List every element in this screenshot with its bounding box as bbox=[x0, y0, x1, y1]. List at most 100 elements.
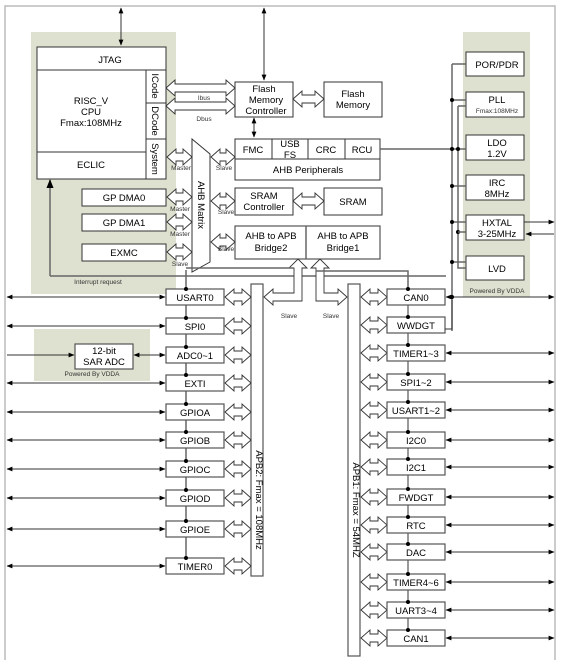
apb1-periph-label: CAN0 bbox=[403, 293, 428, 304]
por-pdr-block: POR/PDR bbox=[465, 51, 525, 77]
apb1-bus-arrow bbox=[360, 515, 388, 535]
apb2-periph-gpioe: GPIOE bbox=[6, 519, 225, 538]
junction-dot bbox=[184, 316, 188, 320]
eclic-label: ECLIC bbox=[77, 160, 105, 171]
junction-dot bbox=[406, 315, 410, 319]
apb2-periph-label: GPIOC bbox=[180, 465, 211, 476]
apb2-periph-label: GPIOB bbox=[180, 436, 210, 447]
apb1-periph-timer13: TIMER1~3 bbox=[386, 343, 555, 362]
ldo-block: LDO1.2V bbox=[465, 134, 525, 161]
sram-arrow bbox=[292, 191, 325, 211]
apb1-periph-fwdgt: FWDGT bbox=[386, 487, 555, 506]
apb2-periph-gpioc: GPIOC bbox=[6, 459, 225, 478]
pll-label: PLL bbox=[489, 95, 506, 106]
junction-dot bbox=[184, 459, 188, 463]
apb1-bus-arrow bbox=[360, 372, 388, 392]
adc-line-2: SAR ADC bbox=[83, 357, 125, 368]
fmc-slave-arrow bbox=[210, 147, 236, 167]
junction-dot bbox=[406, 343, 410, 347]
apb2-periph-gpioa: GPIOA bbox=[6, 402, 225, 421]
cpu-label-3: Fmax:108MHz bbox=[60, 118, 122, 129]
apb2-bus-arrow bbox=[224, 402, 252, 422]
ahb-matrix: AHB Matrix bbox=[191, 137, 211, 273]
sram-label: SRAM bbox=[339, 197, 367, 208]
apb1-periph-label: I2C1 bbox=[406, 463, 426, 474]
bridge2-line-1: AHB to APB bbox=[245, 231, 296, 242]
flash-ctrl-line-2: Memory bbox=[249, 95, 284, 106]
usb-cell-2: FS bbox=[284, 150, 296, 161]
junction-dot bbox=[184, 287, 188, 291]
apb1-periph-label: CAN1 bbox=[403, 634, 428, 645]
slave-label: Slave bbox=[323, 313, 340, 320]
apb1-periph-label: TIMER4~6 bbox=[393, 578, 439, 589]
apb2-bus-arrow bbox=[224, 519, 252, 539]
junction-dot bbox=[456, 147, 460, 151]
apb1-periph-label: FWDGT bbox=[399, 493, 434, 504]
bridge1-line-2: Bridge1 bbox=[327, 243, 360, 254]
ahb-peripherals-label: AHB Peripherals bbox=[273, 165, 343, 176]
master-blocks: GP DMA0 GP DMA1 EXMC bbox=[81, 188, 167, 262]
apb2-periph-label: USART0 bbox=[176, 293, 213, 304]
apb2-label: APB2: Fmax = 108MHz bbox=[253, 450, 264, 550]
apb2-periph-label: TIMER0 bbox=[178, 562, 213, 573]
cpu-core: JTAG RISC_V CPU Fmax:108MHz ECLIC ICode … bbox=[36, 46, 167, 180]
apb2-periph-gpiob: GPIOB bbox=[6, 430, 225, 449]
interrupt-request-label: Interrupt request bbox=[74, 279, 122, 286]
apb1-bus-arrow bbox=[360, 343, 388, 363]
junction-dot bbox=[406, 515, 410, 519]
apb1-periph-dac: DAC bbox=[386, 542, 555, 561]
master-exmc: EXMC bbox=[81, 243, 167, 262]
master-label: GP DMA0 bbox=[103, 193, 146, 204]
apb2-bus-arrow bbox=[224, 373, 252, 393]
bridge2-apb2-arrow bbox=[263, 258, 309, 307]
sram-slave-arrow bbox=[210, 191, 236, 211]
apb1-periph-i2c0: I2C0 bbox=[386, 430, 555, 449]
dcode-port: DCode bbox=[149, 106, 160, 136]
apb1-peripherals: CAN0 WWDGT TIMER1~3 SPI1~2 USART1~2 I2C0 I2C1 F… bbox=[386, 287, 555, 647]
apb1-bus-arrow bbox=[360, 572, 388, 592]
junction-dot bbox=[406, 487, 410, 491]
system-port: System bbox=[149, 143, 160, 175]
apb1-periph-label: SPI1~2 bbox=[400, 378, 431, 389]
ldo-label-2: 1.2V bbox=[487, 149, 507, 160]
apb2-periph-timer0: TIMER0 bbox=[6, 556, 225, 575]
apb1-periph-label: I2C0 bbox=[406, 436, 426, 447]
apb2-bus-arrow bbox=[224, 287, 252, 307]
junction-dot bbox=[406, 400, 410, 404]
por-pdr-label: POR/PDR bbox=[475, 60, 518, 71]
master-label: Master bbox=[171, 165, 192, 172]
junction-dot bbox=[184, 488, 188, 492]
irc-block: IRC8MHz bbox=[465, 174, 525, 201]
sram: SRAM bbox=[323, 187, 383, 216]
adc-powered-by: Powered By VDDA bbox=[65, 371, 121, 378]
apb2-bus-arrow bbox=[224, 459, 252, 479]
flash-mem-line-2: Memory bbox=[336, 100, 371, 111]
ahb-peripherals: FMC USB FS CRC RCU AHB Peripherals bbox=[234, 138, 381, 181]
bridge1-line-1: AHB to APB bbox=[317, 231, 368, 242]
junction-dot bbox=[450, 147, 454, 151]
slave-label: Slave bbox=[281, 313, 298, 320]
crc-cell: CRC bbox=[316, 145, 337, 156]
junction-dot bbox=[406, 457, 410, 461]
ibus-label: Ibus bbox=[198, 95, 211, 102]
master-label: GP DMA1 bbox=[103, 218, 146, 229]
apb2-periph-label: GPIOD bbox=[180, 494, 211, 505]
lvd-block: LVD bbox=[465, 255, 525, 281]
apb1-periph-rtc: RTC bbox=[386, 515, 555, 534]
wwdgt-link bbox=[445, 300, 453, 330]
apb1-periph-i2c1: I2C1 bbox=[386, 457, 555, 476]
bridge1-apb1-arrow bbox=[309, 258, 348, 307]
apb1-periph-label: USART1~2 bbox=[392, 406, 440, 417]
irc-label-2: 8MHz bbox=[485, 189, 510, 200]
pll-block: PLL Fmax:108MHz bbox=[465, 91, 525, 118]
bridge2-line-2: Bridge2 bbox=[255, 243, 288, 254]
junction-dot bbox=[406, 628, 410, 632]
flash-ctrl-line-3: Controller bbox=[245, 106, 286, 117]
junction-dot bbox=[450, 260, 454, 264]
apb1-bus-arrow bbox=[360, 400, 388, 420]
junction-dot bbox=[406, 372, 410, 376]
apb1-periph-uart34: UART3~4 bbox=[386, 600, 555, 619]
sram-controller: SRAM Controller bbox=[234, 187, 294, 216]
block-diagram: JTAG RISC_V CPU Fmax:108MHz ECLIC ICode … bbox=[4, 5, 556, 660]
junction-dot bbox=[406, 430, 410, 434]
